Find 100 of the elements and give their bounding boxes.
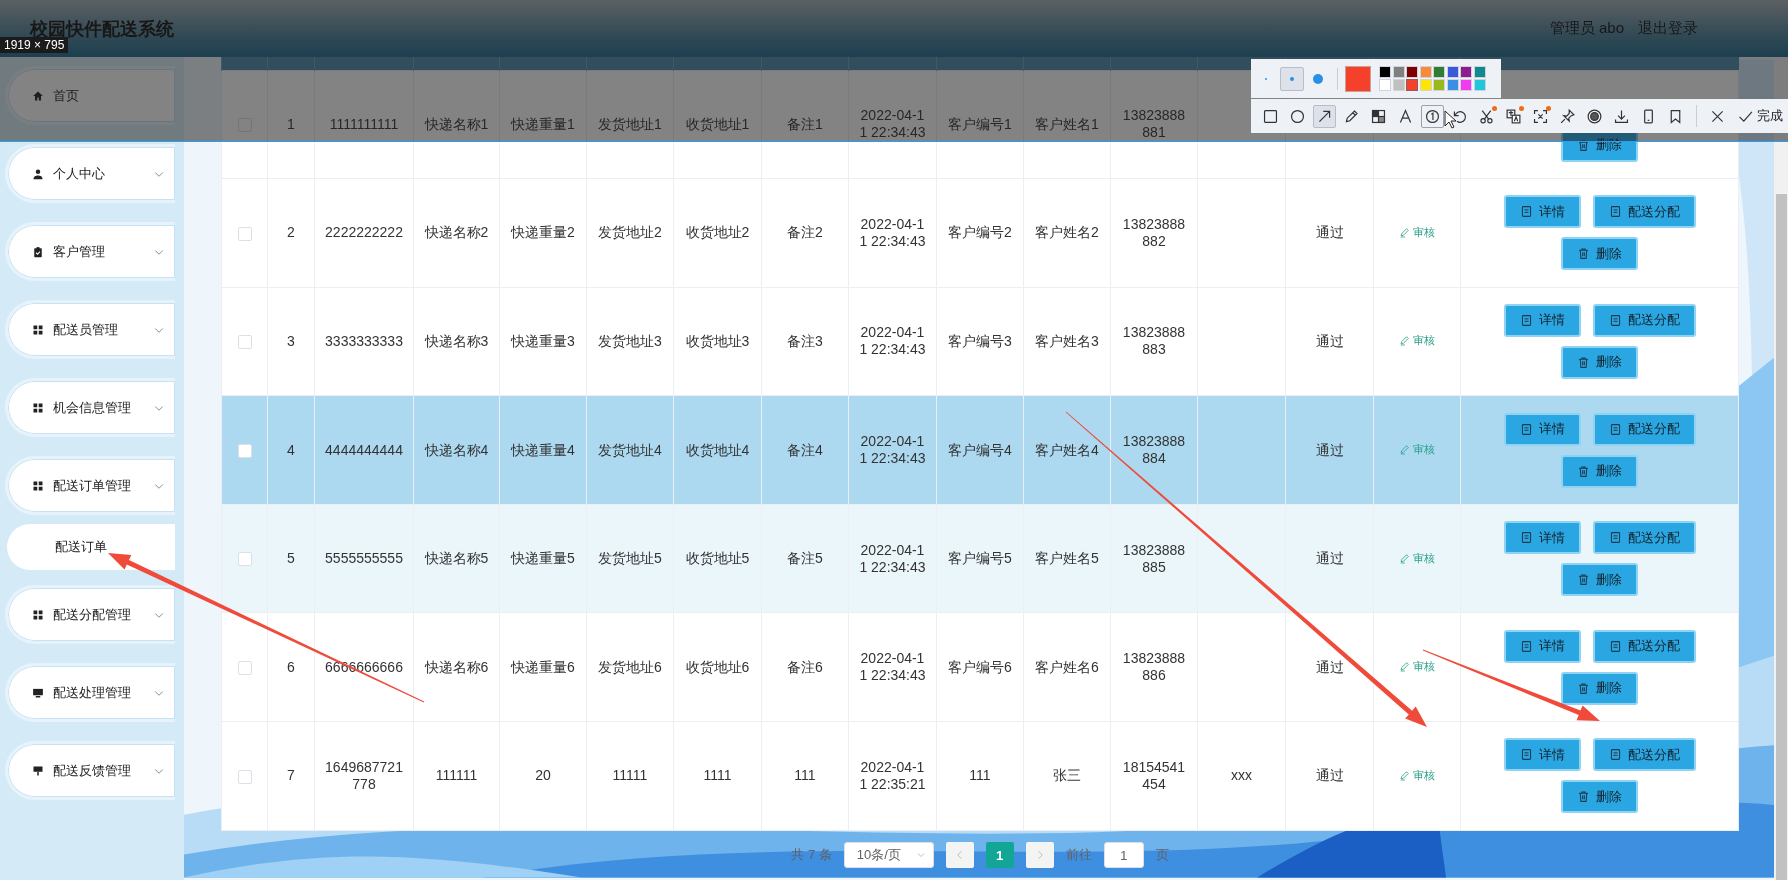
table-cell: 3	[267, 287, 315, 396]
detail-button[interactable]: 详情	[1503, 738, 1581, 772]
sidebar-item[interactable]: 客户管理	[5, 222, 175, 281]
scrollbar-thumb[interactable]	[1776, 194, 1787, 880]
row-checkbox[interactable]	[237, 226, 252, 241]
document-icon	[1519, 314, 1533, 327]
table-row[interactable]: 4 4444444444 快递名称4 快递重量4 发货地址4 收货地址4 备注4 2022-04-11 22:34:43 客户编号4 客户姓名4 13823888884 通过 审核 详情 配送分配 删除	[221, 395, 1739, 505]
delete-button[interactable]: 删除	[1561, 346, 1638, 379]
trash-icon	[1577, 790, 1590, 804]
table-cell: 客户编号5	[936, 504, 1024, 613]
table-cell: 客户编号2	[936, 178, 1024, 288]
row-checkbox[interactable]	[237, 552, 252, 567]
row-checkbox[interactable]	[237, 661, 252, 676]
delete-button[interactable]: 删除	[1561, 780, 1638, 814]
sidebar-item[interactable]: 配送分配管理	[5, 585, 175, 644]
current-color-swatch[interactable]	[1345, 65, 1371, 92]
detail-button[interactable]: 详情	[1503, 629, 1581, 663]
sidebar-item[interactable]: 机会信息管理	[5, 378, 175, 437]
table-cell: 快递名称5	[413, 504, 500, 613]
page-size-select[interactable]: 10条/页	[843, 842, 934, 869]
table-cell: 客户姓名5	[1023, 504, 1111, 613]
cursor-icon	[1444, 110, 1456, 129]
delete-button[interactable]: 删除	[1561, 563, 1638, 597]
trash-icon	[1577, 356, 1590, 369]
assign-button[interactable]: 配送分配	[1592, 738, 1696, 772]
detail-button[interactable]: 详情	[1503, 195, 1581, 229]
table-cell: 发货地址2	[586, 178, 674, 288]
table-cell: 通过	[1285, 287, 1374, 396]
table-cell: 客户姓名1	[1023, 70, 1111, 179]
table-row[interactable]: 2 2222222222 快递名称2 快递重量2 发货地址2 收货地址2 备注2 2022-04-11 22:34:43 客户编号2 客户姓名2 13823888882 通过 审核 详情 配送分配 删除	[221, 178, 1739, 288]
sidebar-item[interactable]: 配送反馈管理	[5, 741, 175, 800]
goto-page-field[interactable]: 1	[1103, 842, 1144, 869]
table-cell: 4	[267, 395, 315, 505]
assign-button[interactable]: 配送分配	[1592, 195, 1696, 229]
sidebar-item[interactable]: 个人中心	[5, 144, 175, 203]
scissors-icon	[1478, 107, 1495, 125]
prev-page-button[interactable]	[945, 842, 974, 869]
delete-button[interactable]: 删除	[1561, 237, 1638, 271]
table-cell: 1111111111	[314, 70, 414, 179]
review-link[interactable]: 审核	[1399, 549, 1435, 567]
sidebar-item[interactable]: 配送处理管理	[5, 663, 175, 722]
notification-dot	[1492, 105, 1497, 111]
detail-button[interactable]: 详情	[1503, 412, 1581, 446]
detail-button[interactable]: 详情	[1503, 304, 1581, 337]
document-icon	[1519, 639, 1533, 653]
table-row[interactable]: 5 5555555555 快递名称5 快递重量5 发货地址5 收货地址5 备注5 2022-04-11 22:34:43 客户编号5 客户姓名5 13823888885 通过 审核 详情 配送分配 删除	[221, 504, 1739, 613]
table-cell: 2022-04-11 22:34:43	[848, 70, 937, 179]
review-link[interactable]: 审核	[1399, 766, 1435, 784]
table-cell: 发货地址3	[586, 287, 674, 396]
numbered-circle-icon	[1424, 107, 1441, 125]
tool-button[interactable]	[1421, 104, 1444, 128]
page-button[interactable]: 1	[985, 842, 1014, 869]
table-cell: 3333333333	[314, 287, 414, 396]
tool-button[interactable]	[1313, 104, 1336, 128]
table-cell: 快递名称2	[413, 178, 500, 288]
notification-dot	[1519, 105, 1524, 111]
assign-button[interactable]: 配送分配	[1592, 629, 1696, 663]
table-cell: 快递重量2	[499, 178, 587, 288]
assign-button[interactable]: 配送分配	[1592, 412, 1696, 446]
review-link[interactable]: 审核	[1399, 223, 1435, 241]
table-cell: 5	[267, 504, 315, 613]
clipboard-icon	[32, 245, 44, 258]
delete-button[interactable]: 删除	[1561, 671, 1638, 705]
size-label: 1919 × 795	[0, 37, 69, 53]
table-cell: 客户编号6	[936, 612, 1024, 722]
table-cell: xxx	[1197, 721, 1286, 831]
table-cell: 13823888882	[1110, 178, 1198, 288]
sidebar-subitem[interactable]: 配送订单	[7, 524, 175, 570]
pencil-icon	[1399, 769, 1410, 781]
sidebar-label: 配送订单管理	[53, 476, 132, 495]
row-checkbox[interactable]	[237, 335, 252, 350]
color-swatch[interactable]	[1406, 79, 1418, 92]
next-page-button[interactable]	[1025, 842, 1054, 869]
circle-icon	[1289, 107, 1306, 125]
table-cell: 通过	[1285, 721, 1374, 831]
table-cell: 7	[267, 721, 315, 831]
table-cell: 18154541454	[1110, 721, 1198, 831]
sidebar-item[interactable]: 配送订单管理	[5, 456, 175, 515]
sidebar-item[interactable]: 首页	[5, 66, 175, 125]
review-link[interactable]: 审核	[1399, 332, 1435, 350]
detail-button[interactable]: 详情	[1503, 521, 1581, 555]
table-cell: 收货地址1	[673, 70, 762, 179]
assign-button[interactable]: 配送分配	[1592, 304, 1696, 337]
letter-icon	[1397, 107, 1414, 125]
table-row[interactable]: 7 1649687721778 111111 20 11111 1111 111 2022-04-11 22:35:21 111 张三 18154541454 xxx 通过 审核 详情 配送分配 删除	[221, 721, 1739, 831]
table-cell: 客户姓名6	[1023, 612, 1111, 722]
review-link[interactable]: 审核	[1399, 658, 1435, 676]
row-checkbox[interactable]	[237, 443, 252, 458]
page-suffix: 页	[1155, 846, 1169, 865]
row-checkbox[interactable]	[237, 769, 252, 784]
signboard-icon	[32, 764, 44, 777]
table-cell: 发货地址1	[586, 70, 674, 179]
app-title: 校园快件配送系统	[30, 17, 174, 40]
table-cell: 快递名称4	[413, 395, 500, 505]
table-cell: 快递重量3	[499, 287, 587, 396]
scan-icon	[1532, 107, 1549, 125]
assign-button[interactable]: 配送分配	[1592, 521, 1696, 555]
sidebar-item[interactable]: 配送员管理	[5, 300, 175, 359]
delete-button[interactable]: 删除	[1561, 454, 1638, 488]
table-row[interactable]: 3 3333333333 快递名称3 快递重量3 发货地址3 收货地址3 备注3 2022-04-11 22:34:43 客户编号3 客户姓名3 13823888883 通过 审核 详情 配送分配 删除	[221, 287, 1739, 396]
